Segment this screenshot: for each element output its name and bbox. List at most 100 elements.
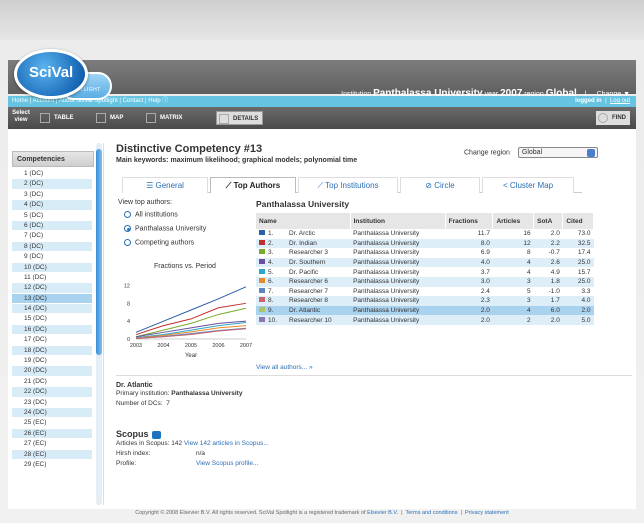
articles-cell: 5 — [526, 287, 531, 295]
institution-cell: Panthalassa University — [350, 238, 446, 249]
col-institution[interactable]: Institution — [350, 213, 446, 229]
tab-top-institutions[interactable]: ⟋ Top Institutions — [298, 177, 398, 193]
competency-item[interactable]: 15 (DC) — [12, 314, 92, 325]
author-name-cell[interactable]: Researcher 8 — [286, 296, 351, 306]
radio-competing-authors[interactable]: Competing authors — [124, 239, 194, 246]
view-profile-link[interactable]: View Scopus profile... — [196, 460, 258, 467]
competency-item[interactable]: 28 (EC) — [12, 449, 92, 460]
sota-cell: 1.8 — [533, 276, 563, 287]
author-name-cell[interactable]: Dr. Pacific — [286, 267, 350, 277]
articles-cell: 16 — [523, 230, 531, 238]
nav-home[interactable]: Home — [12, 98, 28, 104]
details-view-button[interactable]: DETAILS — [216, 111, 264, 125]
region-select[interactable]: Global — [517, 147, 598, 158]
competency-item[interactable]: 27 (EC) — [12, 439, 92, 450]
author-name-cell[interactable]: Researcher 6 — [286, 276, 351, 287]
logout-link[interactable]: Log out — [610, 98, 630, 104]
tab-general[interactable]: ☰ General — [122, 177, 208, 193]
privacy-link[interactable]: Privacy statement — [465, 510, 509, 516]
competency-item[interactable]: 18 (DC) — [12, 345, 92, 357]
y-tick-label: 12 — [124, 283, 130, 289]
competency-item[interactable]: 8 (DC) — [12, 241, 92, 253]
radio-panthalassa[interactable]: Panthalassa University — [124, 225, 206, 232]
author-name-cell[interactable]: Dr. Southern — [286, 257, 351, 268]
competency-item[interactable]: 16 (DC) — [12, 324, 92, 336]
tab-circle[interactable]: ⊘ Circle — [400, 177, 480, 193]
view-all-authors-link[interactable]: View all authors... » — [256, 364, 313, 371]
competency-item[interactable]: 12 (DC) — [12, 283, 92, 294]
institution-cell: Panthalassa University — [350, 257, 446, 268]
rank: 4. — [268, 259, 274, 267]
table-row[interactable]: 9. Dr. Atlantic Panthalassa University 2.0 4… — [256, 305, 594, 316]
competency-item[interactable]: 2 (DC) — [12, 179, 92, 190]
col-sota[interactable]: SotA — [533, 213, 564, 229]
scopus-title: Scopus — [116, 429, 632, 439]
competency-item[interactable]: 24 (DC) — [12, 407, 92, 419]
sidebar-scrollbar[interactable] — [96, 143, 102, 505]
tab-cluster-map[interactable]: < Cluster Map — [482, 177, 574, 193]
competency-item[interactable]: 29 (EC) — [12, 460, 92, 471]
competency-item[interactable]: 3 (DC) — [12, 190, 92, 201]
author-name-cell[interactable]: Researcher 3 — [286, 248, 350, 258]
find-button[interactable]: FIND — [596, 111, 630, 125]
table-row[interactable]: 10. Researcher 10 Panthalassa University 2.… — [256, 315, 594, 325]
competency-item[interactable]: 5 (DC) — [12, 211, 92, 221]
table-row[interactable]: 7. Researcher 7 Panthalassa University 2.4 5… — [256, 287, 594, 297]
primary-institution-row: Primary institution: Panthalassa Univers… — [116, 390, 243, 397]
radio-all-institutions[interactable]: All institutions — [124, 211, 178, 218]
competency-item[interactable]: 4 (DC) — [12, 200, 92, 211]
elsevier-link[interactable]: Elsevier B.V. — [367, 510, 398, 516]
tab-top-authors[interactable]: ⟋ Top Authors — [210, 177, 296, 193]
col-cited[interactable]: Cited — [562, 213, 594, 229]
nav-contact[interactable]: Contact — [123, 98, 144, 104]
fractions-chart: 048122003 2004 2005 2006 2007Year — [124, 283, 252, 359]
competency-item[interactable]: 23 (DC) — [12, 398, 92, 408]
table-row[interactable]: 4. Dr. Southern Panthalassa University 4.0 4… — [256, 257, 594, 268]
table-row[interactable]: 1. Dr. Arctic Panthalassa University 11.7 16… — [256, 229, 594, 239]
author-name-cell[interactable]: Dr. Indian — [286, 238, 351, 249]
competency-item[interactable]: 20 (DC) — [12, 366, 92, 377]
sota-cell: -0.7 — [548, 249, 560, 257]
competency-item[interactable]: 11 (DC) — [12, 273, 92, 284]
author-name-cell[interactable]: Researcher 10 — [286, 315, 351, 325]
competency-item[interactable]: 1 (DC) — [12, 169, 92, 180]
competency-item[interactable]: 10 (DC) — [12, 262, 92, 273]
competency-item[interactable]: 21 (DC) — [12, 377, 92, 388]
table-view-button[interactable]: TABLE — [38, 111, 78, 125]
competency-item[interactable]: 25 (EC) — [12, 418, 92, 429]
scroll-thumb[interactable] — [96, 149, 102, 355]
competency-item[interactable]: 26 (EC) — [12, 428, 92, 440]
author-name-cell[interactable]: Dr. Atlantic — [286, 305, 351, 316]
col-articles[interactable]: Articles — [492, 213, 535, 229]
institution-cell: Panthalassa University — [353, 268, 420, 276]
table-row[interactable]: 5. Dr. Pacific Panthalassa University 3.7 4 4… — [256, 267, 594, 277]
competency-item[interactable]: 19 (DC) — [12, 356, 92, 367]
col-name[interactable]: Name — [256, 213, 351, 229]
terms-link[interactable]: Terms and conditions — [406, 510, 458, 516]
table-row[interactable]: 6. Researcher 6 Panthalassa University 3.0 3… — [256, 276, 594, 287]
competency-item[interactable]: 7 (DC) — [12, 231, 92, 242]
nav-help[interactable]: Help — [148, 98, 160, 104]
sota-cell: 6.0 — [533, 305, 563, 316]
col-fractions[interactable]: Fractions — [445, 213, 494, 229]
author-name-cell[interactable]: Dr. Arctic — [286, 229, 350, 239]
articles-cell: 4 — [492, 257, 534, 268]
competency-item[interactable]: 6 (DC) — [12, 220, 92, 232]
competency-item[interactable]: 14 (DC) — [12, 304, 92, 315]
author-name-cell[interactable]: Researcher 7 — [286, 287, 350, 297]
cited-cell: 17.4 — [577, 249, 591, 257]
competency-item[interactable]: 9 (DC) — [12, 252, 92, 263]
matrix-view-button[interactable]: MATRIX — [144, 111, 187, 125]
table-row[interactable]: 8. Researcher 8 Panthalassa University 2.3 3… — [256, 296, 594, 306]
competency-item[interactable]: 13 (DC) — [12, 293, 92, 305]
view-articles-link[interactable]: View 142 articles in Scopus... — [184, 440, 269, 447]
x-tick-label: 2005 — [185, 343, 197, 349]
competency-item[interactable]: 22 (DC) — [12, 387, 92, 398]
competency-item[interactable]: 17 (DC) — [12, 335, 92, 346]
map-view-button[interactable]: MAP — [94, 111, 127, 125]
table-row[interactable]: 3. Researcher 3 Panthalassa University 6.9 8… — [256, 248, 594, 258]
logged-in-label: logged in — [575, 98, 602, 104]
table-row[interactable]: 2. Dr. Indian Panthalassa University 8.0 12 2… — [256, 238, 594, 249]
scival-logo[interactable]: SciVal — [14, 49, 88, 99]
sota-cell: 4.9 — [550, 268, 560, 276]
